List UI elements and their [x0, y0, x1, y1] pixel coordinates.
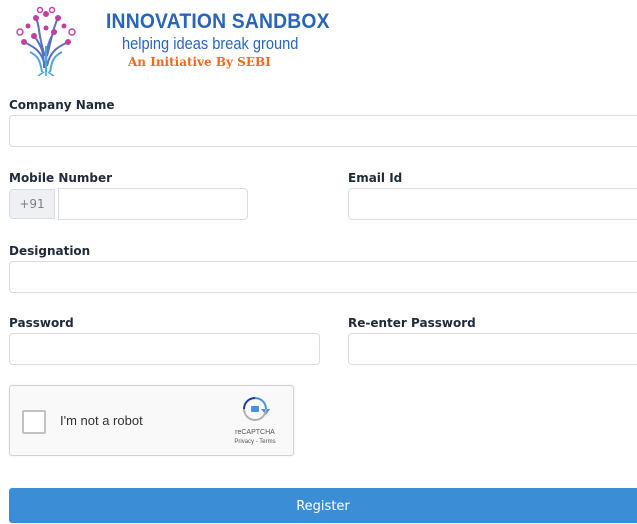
- brand-subtitle: An Initiative By SEBI: [128, 55, 271, 69]
- mobile-number-input[interactable]: [58, 188, 248, 220]
- country-code-prefix: +91: [9, 189, 55, 219]
- recaptcha-privacy-terms-link[interactable]: Privacy - Terms: [222, 439, 288, 445]
- brand-tagline: helping ideas break ground: [122, 34, 299, 53]
- reenter-password-label: Re-enter Password: [348, 316, 476, 330]
- innovation-sandbox-logo: INNOVATION SANDBOX helping ideas break g…: [14, 6, 330, 82]
- email-id-label: Email Id: [348, 171, 403, 185]
- brand-title: INNOVATION SANDBOX: [106, 10, 330, 33]
- company-name-label: Company Name: [9, 98, 115, 112]
- designation-input[interactable]: [9, 261, 637, 293]
- reenter-password-input[interactable]: [348, 333, 637, 365]
- mobile-number-label: Mobile Number: [9, 171, 113, 185]
- password-label: Password: [9, 316, 74, 330]
- brand-text: INNOVATION SANDBOX helping ideas break g…: [106, 10, 349, 70]
- email-id-input[interactable]: [348, 188, 637, 220]
- password-input[interactable]: [9, 333, 320, 365]
- company-name-input[interactable]: [9, 115, 637, 147]
- recaptcha-checkbox[interactable]: [22, 410, 46, 434]
- recaptcha-brand: reCAPTCHA: [235, 429, 275, 436]
- recaptcha-icon: [243, 397, 270, 421]
- register-button[interactable]: Register: [9, 488, 637, 523]
- recaptcha-widget: I'm not a robot reCAPTCHA Privacy - Term…: [9, 385, 294, 456]
- recaptcha-label: I'm not a robot: [60, 413, 143, 428]
- designation-label: Designation: [9, 244, 91, 258]
- tree-logo-icon: [16, 6, 76, 76]
